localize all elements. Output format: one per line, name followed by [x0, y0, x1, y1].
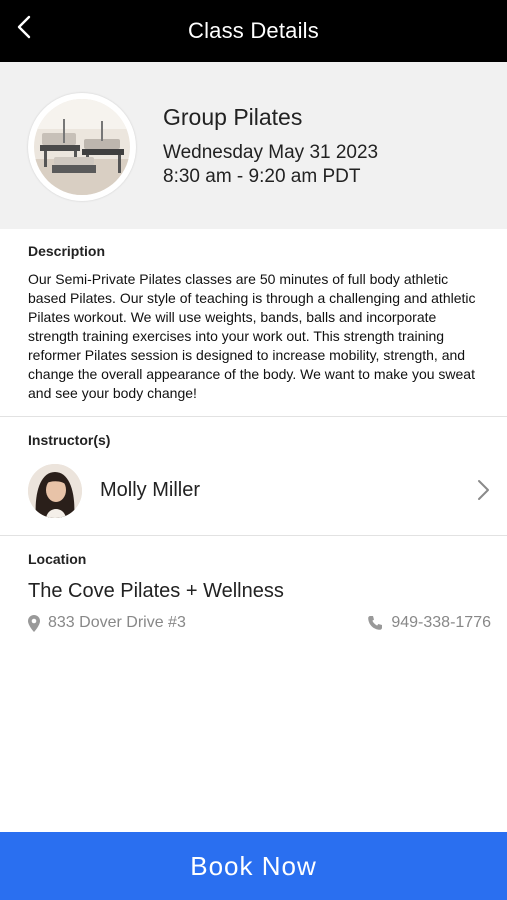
address-text: 833 Dover Drive #3 [48, 614, 186, 631]
book-now-button[interactable]: Book Now [0, 832, 507, 900]
class-details-screen: Class Details Group Pilates Wednesday Ma… [0, 0, 507, 900]
location-label: Location [28, 551, 87, 567]
map-pin-icon [28, 614, 40, 632]
address[interactable]: 833 Dover Drive #3 [28, 613, 186, 633]
page-title: Class Details [188, 18, 319, 43]
class-name: Group Pilates [163, 104, 303, 130]
avatar [28, 464, 82, 518]
chevron-right-icon [474, 478, 492, 502]
divider [0, 535, 507, 536]
top-bar: Class Details [0, 0, 507, 62]
instructor-row[interactable]: Molly Miller [0, 460, 507, 522]
phone-text: 949-338-1776 [391, 614, 491, 631]
phone-icon [367, 615, 383, 631]
divider [0, 416, 507, 417]
location-name: The Cove Pilates + Wellness [28, 580, 284, 602]
description-label: Description [28, 243, 106, 259]
description-text: Our Semi-Private Pilates classes are 50 … [28, 271, 476, 401]
phone[interactable]: 949-338-1776 [367, 613, 491, 633]
instructor-name: Molly Miller [100, 479, 200, 501]
class-time: 8:30 am - 9:20 am PDT [163, 166, 361, 187]
class-header: Group Pilates Wednesday May 31 2023 8:30… [0, 62, 507, 229]
class-photo [28, 93, 136, 201]
instructors-label: Instructor(s) [28, 432, 111, 448]
class-date: Wednesday May 31 2023 [163, 142, 379, 163]
